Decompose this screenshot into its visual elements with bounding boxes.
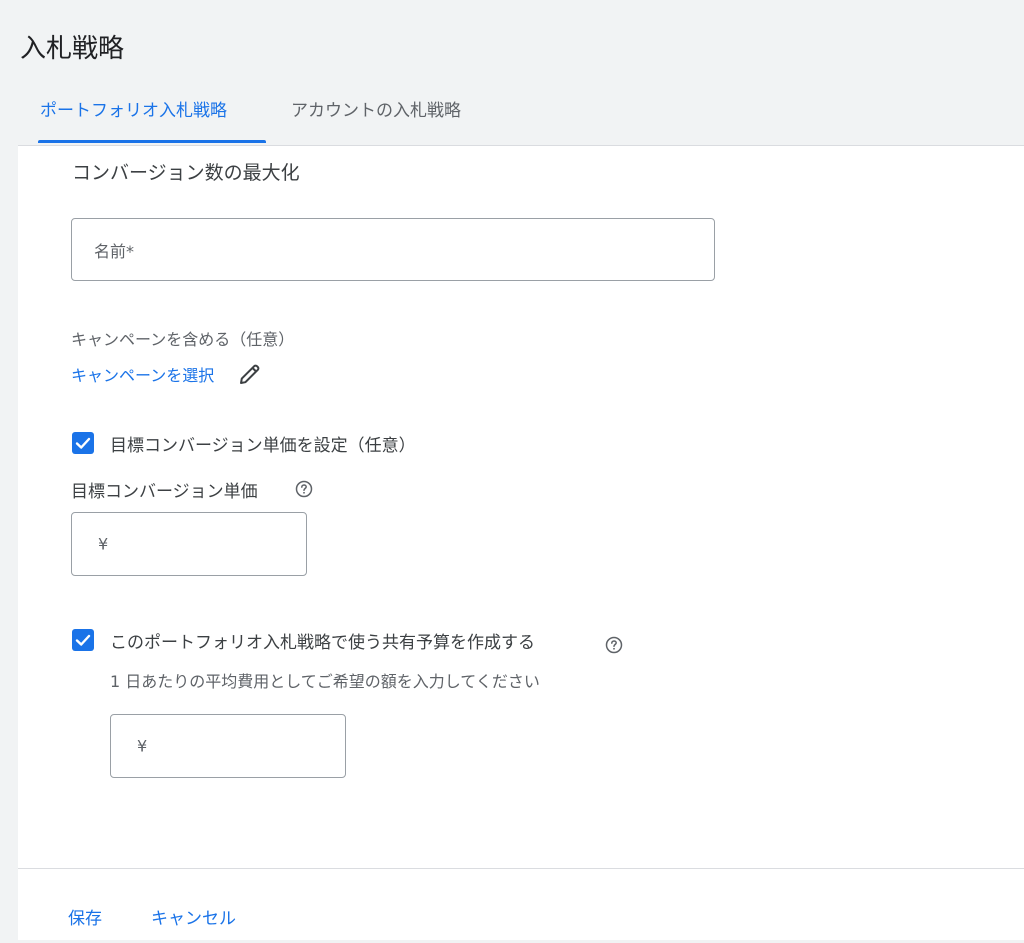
shared-budget-input[interactable]: ¥ [110,714,346,778]
page-title: 入札戦略 [20,34,125,64]
cancel-button[interactable]: キャンセル [151,904,236,929]
shared-budget-hint: 1 日あたりの平均費用としてご希望の額を入力してください [110,672,540,691]
help-circle-icon[interactable] [295,480,313,498]
name-field-placeholder: 名前* [94,241,135,261]
pencil-icon[interactable] [238,362,262,386]
tab-bar: ポートフォリオ入札戦略 アカウントの入札戦略 [18,92,1024,148]
target-cpa-checkbox-label[interactable]: 目標コンバージョン単価を設定（任意） [110,431,416,456]
section-title: コンバージョン数の最大化 [72,162,300,184]
checkmark-icon [75,634,91,646]
target-cpa-field-label: 目標コンバージョン単価 [71,482,258,502]
save-button[interactable]: 保存 [68,904,102,929]
footer-divider [18,868,1024,869]
include-campaigns-label: キャンペーンを含める（任意） [71,330,295,349]
name-field[interactable]: 名前* [71,218,715,281]
shared-budget-checkbox-label[interactable]: このポートフォリオ入札戦略で使う共有予算を作成する [110,628,535,653]
target-cpa-input[interactable]: ¥ [71,512,307,576]
target-cpa-currency-symbol: ¥ [98,534,109,554]
tab-portfolio-bid-strategy[interactable]: ポートフォリオ入札戦略 [40,98,227,142]
shared-budget-currency-symbol: ¥ [137,736,148,756]
select-campaigns-link[interactable]: キャンペーンを選択 [71,362,214,386]
tab-account-bid-strategy[interactable]: アカウントの入札戦略 [291,98,461,142]
bid-strategy-form-card: コンバージョン数の最大化 名前* キャンペーンを含める（任意） キャンペーンを選… [18,145,1024,940]
target-cpa-checkbox[interactable] [72,432,94,454]
checkmark-icon [75,437,91,449]
help-circle-icon[interactable] [605,636,623,654]
active-tab-indicator [38,140,266,143]
shared-budget-checkbox[interactable] [72,629,94,651]
